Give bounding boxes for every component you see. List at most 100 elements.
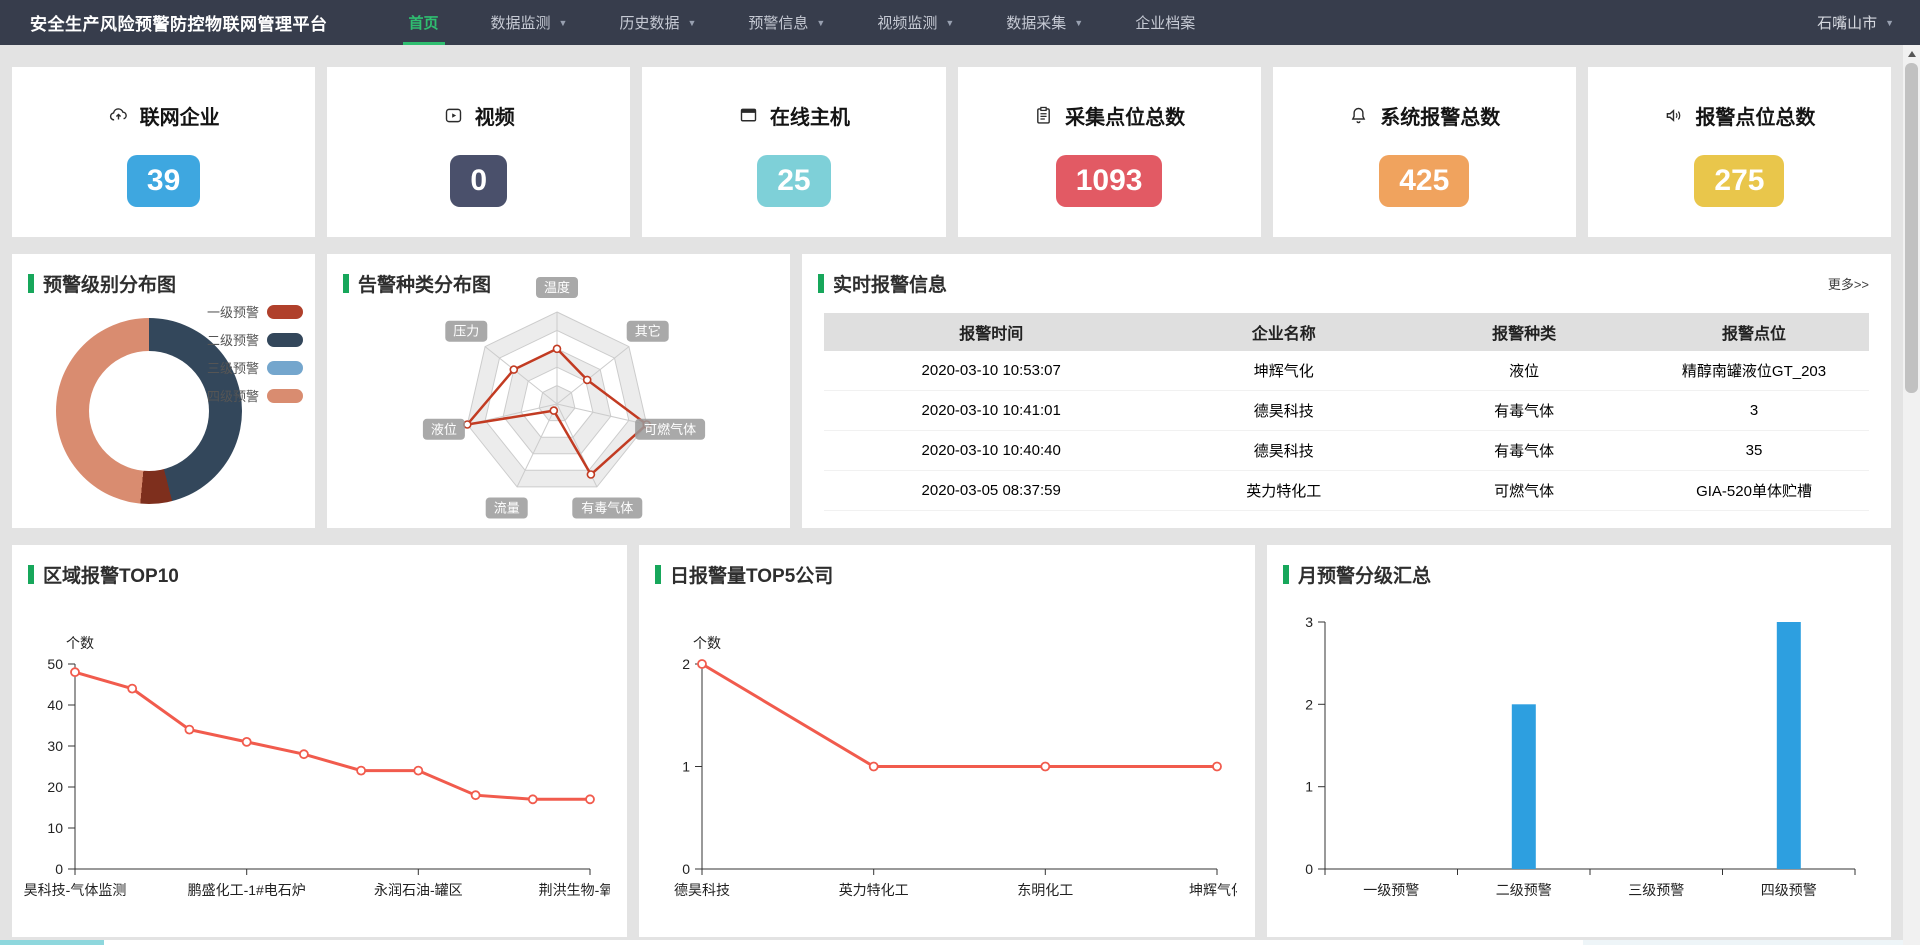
nav-item-video-monitor[interactable]: 视频监测 ▼ xyxy=(851,0,980,45)
region-label: 石嘴山市 xyxy=(1817,12,1877,33)
nav-menu: 首页 数据监测 ▼ 历史数据 ▼ 预警信息 ▼ 视频监测 ▼ 数据采集 ▼ 企业… xyxy=(383,0,1222,45)
nav-item-home[interactable]: 首页 xyxy=(383,0,465,45)
footer-strip xyxy=(0,940,1920,945)
stat-card-header: 采集点位总数 xyxy=(1033,101,1185,130)
panel-title-text: 区域报警TOP10 xyxy=(43,561,179,588)
legend-label: 二级预警 xyxy=(207,330,259,349)
table-cell: 有毒气体 xyxy=(1409,400,1639,421)
stat-label: 联网企业 xyxy=(140,101,220,130)
panel-title: 日报警量TOP5公司 xyxy=(639,545,1255,588)
nav-item-data-monitor[interactable]: 数据监测 ▼ xyxy=(465,0,594,45)
svg-text:3: 3 xyxy=(1305,614,1313,630)
realtime-alarm-table: 报警时间企业名称报警种类报警点位 2020-03-10 10:53:07坤辉气化… xyxy=(824,313,1869,511)
table-cell: GIA-520单体贮槽 xyxy=(1639,480,1869,501)
legend-swatch xyxy=(267,361,303,375)
stat-card-collection-points-total: 采集点位总数 1093 xyxy=(958,67,1261,237)
stat-label: 采集点位总数 xyxy=(1065,101,1185,130)
svg-text:1: 1 xyxy=(1305,779,1313,795)
legend-item: 二级预警 xyxy=(207,330,303,349)
legend-item: 四级预警 xyxy=(207,386,303,405)
svg-text:1: 1 xyxy=(682,759,690,775)
video-play-icon xyxy=(443,105,464,126)
svg-text:可燃气体: 可燃气体 xyxy=(644,422,696,437)
panel-title: 月预警分级汇总 xyxy=(1267,545,1891,588)
svg-text:50: 50 xyxy=(47,656,63,672)
nav-item-label: 企业档案 xyxy=(1135,12,1195,33)
table-row: 2020-03-05 08:37:59英力特化工可燃气体GIA-520单体贮槽 xyxy=(824,471,1869,511)
stat-card-videos: 视频 0 xyxy=(327,67,630,237)
stat-card-header: 系统报警总数 xyxy=(1348,101,1500,130)
svg-text:2: 2 xyxy=(1305,696,1313,712)
svg-text:英力特化工: 英力特化工 xyxy=(839,882,909,898)
table-cell: 有毒气体 xyxy=(1409,440,1639,461)
footer-light-block xyxy=(1583,940,1903,945)
svg-text:0: 0 xyxy=(1305,861,1313,877)
nav-item-enterprise-archive[interactable]: 企业档案 xyxy=(1109,0,1221,45)
stat-card-online-hosts: 在线主机 25 xyxy=(642,67,945,237)
stat-label: 系统报警总数 xyxy=(1380,101,1500,130)
table-cell: 德昊科技 xyxy=(1158,400,1409,421)
stat-label: 报警点位总数 xyxy=(1695,101,1815,130)
alarm-type-radar-chart: 温度 其它 可燃气体 有毒气体 流量 液位 压力 xyxy=(327,254,790,528)
nav-item-warning-info[interactable]: 预警信息 ▼ xyxy=(722,0,851,45)
nav-item-label: 历史数据 xyxy=(619,12,679,33)
table-cell: 2020-03-10 10:40:40 xyxy=(824,442,1158,459)
stat-label: 视频 xyxy=(475,101,515,130)
chevron-down-icon: ▼ xyxy=(687,18,696,28)
title-marker xyxy=(655,565,661,584)
stat-card-header: 联网企业 xyxy=(108,101,220,130)
nav-item-label: 视频监测 xyxy=(877,12,937,33)
middle-row: 预警级别分布图 一级预警 二级预警 三级预警 四级预警 告警种类分布图 温度 其… xyxy=(12,254,1891,528)
svg-text:其它: 其它 xyxy=(635,324,661,339)
svg-text:个数: 个数 xyxy=(693,635,721,651)
title-marker xyxy=(28,565,34,584)
title-marker xyxy=(1283,565,1289,584)
scrollbar-thumb[interactable] xyxy=(1905,63,1918,393)
panel-title: 区域报警TOP10 xyxy=(12,545,627,588)
svg-text:二级预警: 二级预警 xyxy=(1496,882,1552,898)
region-top10-line-chart: 0 10 20 30 40 50个数 昊科技-气体监测 鹏盛化工-1#电石炉 永… xyxy=(20,594,610,929)
svg-text:四级预警: 四级预警 xyxy=(1761,882,1817,898)
table-row: 2020-03-10 10:40:40德昊科技有毒气体35 xyxy=(824,431,1869,471)
scroll-up-button[interactable] xyxy=(1903,45,1920,62)
legend-label: 一级预警 xyxy=(207,302,259,321)
more-link[interactable]: 更多>> xyxy=(1828,274,1869,293)
table-header-cell: 报警种类 xyxy=(1409,320,1639,344)
stats-row: 联网企业 39 视频 0 在线主机 25 采集点位总数 1093 系统报警总数 … xyxy=(12,67,1891,237)
panel-title-text: 日报警量TOP5公司 xyxy=(670,561,833,588)
stat-value-badge: 1093 xyxy=(1056,155,1163,207)
table-cell: 液位 xyxy=(1409,360,1639,381)
panel-alarm-type: 告警种类分布图 温度 其它 可燃气体 有毒气体 流量 液位 压力 xyxy=(327,254,790,528)
svg-text:一级预警: 一级预警 xyxy=(1363,882,1419,898)
panel-title: 预警级别分布图 xyxy=(12,254,315,297)
title-marker xyxy=(818,274,824,293)
panel-title-text: 实时报警信息 xyxy=(833,270,947,297)
host-window-icon xyxy=(738,105,759,126)
table-header-row: 报警时间企业名称报警种类报警点位 xyxy=(824,313,1869,351)
table-cell: 可燃气体 xyxy=(1409,480,1639,501)
chevron-down-icon: ▼ xyxy=(559,18,568,28)
vertical-scrollbar[interactable] xyxy=(1903,45,1920,945)
stat-value-badge: 0 xyxy=(450,155,507,207)
nav-item-data-collect[interactable]: 数据采集 ▼ xyxy=(980,0,1109,45)
svg-text:东明化工: 东明化工 xyxy=(1017,882,1073,898)
svg-text:温度: 温度 xyxy=(544,280,570,295)
table-header-cell: 报警时间 xyxy=(824,320,1158,344)
panel-warning-level: 预警级别分布图 一级预警 二级预警 三级预警 四级预警 xyxy=(12,254,315,528)
nav-item-label: 预警信息 xyxy=(748,12,808,33)
title-marker xyxy=(28,274,34,293)
stat-card-system-alarms-total: 系统报警总数 425 xyxy=(1273,67,1576,237)
table-cell: 2020-03-10 10:53:07 xyxy=(824,362,1158,379)
speaker-icon xyxy=(1663,105,1684,126)
region-selector[interactable]: 石嘴山市 ▼ xyxy=(1817,0,1894,45)
chevron-down-icon: ▼ xyxy=(1074,18,1083,28)
footer-teal-block xyxy=(0,940,104,945)
legend-item: 一级预警 xyxy=(207,302,303,321)
chevron-down-icon: ▼ xyxy=(1885,18,1894,28)
nav-item-history-data[interactable]: 历史数据 ▼ xyxy=(593,0,722,45)
svg-text:40: 40 xyxy=(47,697,63,713)
stat-card-header: 视频 xyxy=(443,101,515,130)
nav-item-label: 数据监测 xyxy=(491,12,551,33)
legend-swatch xyxy=(267,305,303,319)
svg-text:昊科技-气体监测: 昊科技-气体监测 xyxy=(24,882,127,898)
